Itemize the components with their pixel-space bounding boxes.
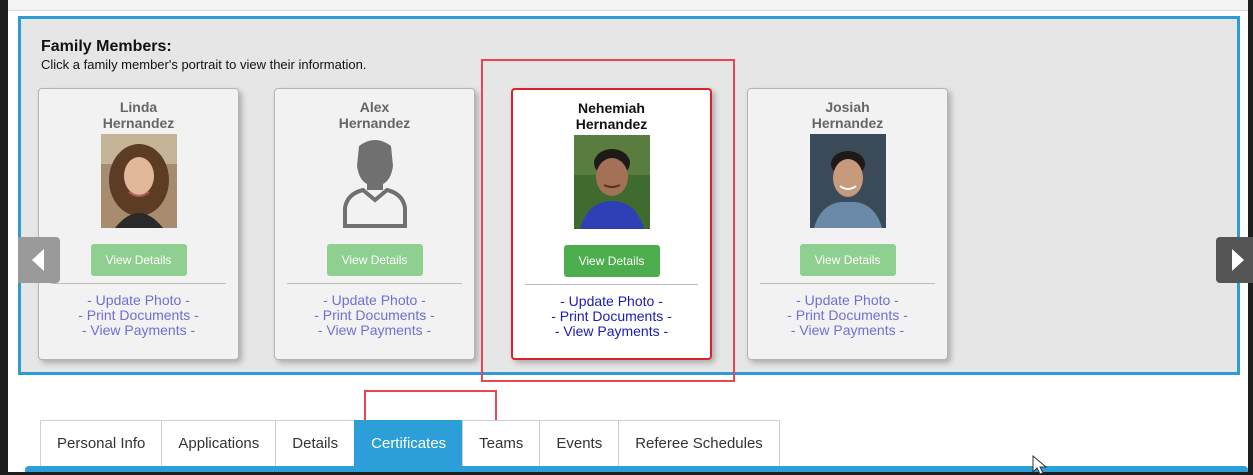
- member-first-name: Linda: [119, 99, 158, 115]
- member-card-linda[interactable]: Linda Hernandez View Details - Update Ph…: [38, 88, 239, 360]
- member-name: Alex Hernandez: [275, 99, 474, 131]
- member-links: - Update Photo - - Print Documents - - V…: [275, 293, 474, 338]
- view-details-button[interactable]: View Details: [799, 244, 896, 276]
- member-portrait[interactable]: [809, 134, 886, 228]
- print-documents-link[interactable]: - Print Documents -: [513, 309, 710, 324]
- view-payments-link[interactable]: - View Payments -: [39, 323, 238, 338]
- member-portrait[interactable]: [573, 135, 650, 229]
- member-name: Nehemiah Hernandez: [513, 100, 710, 132]
- member-card-nehemiah[interactable]: Nehemiah Hernandez View Details - Update…: [511, 88, 712, 360]
- print-documents-link[interactable]: - Print Documents -: [39, 308, 238, 323]
- tab-referee-schedules[interactable]: Referee Schedules: [618, 420, 780, 467]
- member-links: - Update Photo - - Print Documents - - V…: [39, 293, 238, 338]
- carousel-prev-button[interactable]: [18, 237, 60, 283]
- app-frame: Family Members: Click a family member's …: [8, 0, 1253, 475]
- card-divider: [760, 283, 935, 284]
- profile-tabs: Personal Info Applications Details Certi…: [40, 420, 780, 467]
- card-divider: [287, 283, 462, 284]
- family-members-panel: Family Members: Click a family member's …: [18, 16, 1253, 375]
- member-card-josiah[interactable]: Josiah Hernandez View Details - Update P…: [747, 88, 948, 360]
- update-photo-link[interactable]: - Update Photo -: [39, 293, 238, 308]
- view-details-button[interactable]: View Details: [326, 244, 423, 276]
- member-last-name: Hernandez: [338, 115, 411, 131]
- member-last-name: Hernandez: [811, 115, 884, 131]
- print-documents-link[interactable]: - Print Documents -: [748, 308, 947, 323]
- member-first-name: Nehemiah: [578, 100, 645, 116]
- view-payments-link[interactable]: - View Payments -: [513, 324, 710, 339]
- card-divider: [525, 284, 698, 285]
- person-silhouette-icon[interactable]: [336, 134, 413, 228]
- member-first-name: Alex: [359, 99, 390, 115]
- tab-content-header: [25, 466, 1248, 472]
- update-photo-link[interactable]: - Update Photo -: [748, 293, 947, 308]
- member-last-name: Hernandez: [575, 116, 648, 132]
- view-details-button[interactable]: View Details: [563, 245, 660, 277]
- chevron-right-icon: [1232, 249, 1244, 271]
- tab-details[interactable]: Details: [275, 420, 356, 467]
- update-photo-link[interactable]: - Update Photo -: [275, 293, 474, 308]
- tab-applications[interactable]: Applications: [161, 420, 277, 467]
- family-title: Family Members:: [41, 38, 172, 55]
- member-name: Josiah Hernandez: [748, 99, 947, 131]
- member-name: Linda Hernandez: [39, 99, 238, 131]
- tab-events[interactable]: Events: [539, 420, 620, 467]
- view-payments-link[interactable]: - View Payments -: [748, 323, 947, 338]
- member-last-name: Hernandez: [102, 115, 175, 131]
- update-photo-link[interactable]: - Update Photo -: [513, 294, 710, 309]
- tab-personal-info[interactable]: Personal Info: [40, 420, 163, 467]
- chevron-left-icon: [32, 249, 44, 271]
- view-details-button[interactable]: View Details: [90, 244, 187, 276]
- print-documents-link[interactable]: - Print Documents -: [275, 308, 474, 323]
- family-subtitle: Click a family member's portrait to view…: [41, 57, 367, 72]
- carousel-next-button[interactable]: [1216, 237, 1253, 283]
- tab-teams[interactable]: Teams: [462, 420, 541, 467]
- member-links: - Update Photo - - Print Documents - - V…: [748, 293, 947, 338]
- mouse-cursor-icon: [1032, 455, 1048, 475]
- card-divider: [51, 283, 226, 284]
- member-portrait[interactable]: [100, 134, 177, 228]
- top-strip: [8, 0, 1248, 11]
- member-card-alex[interactable]: Alex Hernandez View Details - Update Pho…: [274, 88, 475, 360]
- member-first-name: Josiah: [825, 99, 870, 115]
- tab-certificates[interactable]: Certificates: [354, 420, 464, 467]
- member-links: - Update Photo - - Print Documents - - V…: [513, 294, 710, 339]
- view-payments-link[interactable]: - View Payments -: [275, 323, 474, 338]
